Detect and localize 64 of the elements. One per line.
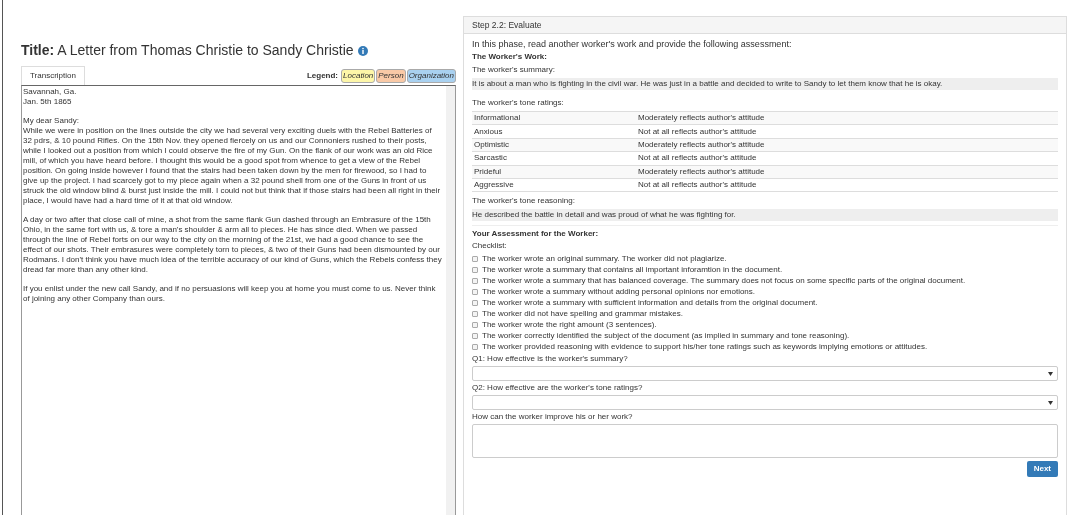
letter-text: If you enlist under the new call Sandy, and if no persuasions will keep you at home you must come to us. Never think of joining any other Company than ours. — [23, 284, 437, 304]
checklist-item-label: The worker wrote a summary without adding personal opinions nor emotions. — [482, 286, 756, 297]
table-cell: Not at all reflects author's attitude — [638, 153, 757, 164]
next-button[interactable]: Next — [1026, 461, 1058, 478]
checklist-item-label: The worker wrote an original summary. The worker did not plagiarize. — [482, 253, 727, 264]
checklist-item-label: The worker correctly identified the subject of the document (as implied in summary and tone reasoning). — [482, 330, 850, 341]
checkbox[interactable] — [472, 255, 478, 262]
checklist-item-label: The worker wrote a summary with sufficient information and details from the original document. — [482, 297, 818, 308]
legend-tag: Location — [341, 69, 376, 83]
scrollbar[interactable] — [446, 86, 455, 515]
section-heading: Your Assessment for the Worker: — [472, 229, 600, 240]
table-cell: Not at all reflects author's attitude — [638, 126, 757, 137]
letter-text: While we were in position on the lines outside the city we had several very exciting duels with the Rebel Batteries of 32 pdrs, & 10 pound Rifles. On the 15th Nov. they opened fiercely on us and our Connoniers rushed to their posts, while I looked out a position from which I could observe the fire of my Gun. On the flank of our work was an old Rice mill, of which you have heard before. I thought this would be a good spot from whence to get a view of the Rebel position. On going inside however I found that the stairs had been taken down by the men for firewood, so I had to give up the project. I had scarcely got to my piece again when a 32 pound shell from one of the Guns in front of us struck the old window blind & burst just inside the mill. I could not but think that if those stairs had been all right in their place, I would have had a hard time of it at that old window. — [23, 126, 442, 206]
panel-heading: Step 2.2: Evaluate — [464, 17, 1066, 34]
legend-tag: Person — [376, 69, 406, 83]
checkbox[interactable] — [472, 277, 478, 284]
checkbox[interactable] — [472, 310, 478, 317]
intro-text: In this phase, read another worker's work and provide the following assessment: — [472, 39, 793, 49]
checklist-item-label: The worker did not have spelling and grammar mistakes. — [482, 308, 683, 319]
transcription-text-area[interactable] — [21, 85, 456, 515]
table-cell: Moderately reflects author's attitude — [638, 113, 765, 124]
table-cell-text: Prideful — [473, 166, 503, 177]
document-title: Title: A Letter from Thomas Christie to Sandy Christie — [21, 41, 354, 60]
letter-text: Jan. 5th 1865 — [23, 97, 73, 107]
letter-text: Savannah, Ga. — [23, 87, 78, 97]
question-label: Q1: How effective is the worker's summary? — [472, 354, 629, 365]
caret-icon — [1048, 400, 1053, 405]
letter-text: A day or two after that close call of mine, a shot from the same flank Gun dashed through an Embrasure of the 15th Ohio, in the same fort with us, & tore a man's shoulder & arm all to pieces. He has since died. When we passed through the line of Rebel forts on our way to the city on the morning of the 21st, we had a good chance to see the effect of our shots. Their embrasures were completely torn to pieces, & two of their Guns had been dismounted by our Rodmans. I don't think you have much idea of the terrible accuracy of our kind of Guns, which the Rebels confess they dread far more than any other kind. — [23, 215, 442, 275]
checkbox[interactable] — [472, 299, 478, 306]
table-cell: Not at all reflects author's attitude — [638, 180, 757, 191]
letter-text: My dear Sandy: — [23, 116, 81, 126]
legend-label: Legend: — [306, 70, 339, 82]
table-cell: Moderately reflects author's attitude — [638, 166, 765, 177]
dropdown-field[interactable] — [472, 366, 1058, 382]
checklist-item-label: The worker provided reasoning with evidence to support his/her tone ratings such as keywords implying emotions or attitudes. — [482, 341, 928, 352]
caret-icon — [1048, 371, 1053, 376]
checklist-item-label: The worker wrote a summary that contains all important inforamtion in the document. — [482, 264, 783, 275]
checkbox[interactable] — [472, 332, 478, 339]
field-label: The worker's tone ratings: — [472, 98, 565, 108]
table-cell-text: Optimistic — [473, 139, 511, 150]
question-label: Q2: How effective are the worker's tone ratings? — [472, 383, 644, 394]
transcription-tab[interactable]: Transcription — [21, 66, 85, 86]
table-cell-text: Anxious — [473, 126, 504, 137]
table-cell-text: Informational — [473, 113, 522, 124]
summary-text: It is about a man who is fighting in the civil war. He was just in a battle and decided to write to Sandy to let them know that he is okay. — [472, 78, 1058, 90]
legend-tag: Organization — [406, 69, 456, 83]
checkbox[interactable] — [472, 321, 478, 328]
checkbox[interactable] — [472, 266, 478, 273]
improvement-text-area[interactable] — [472, 424, 1058, 459]
table-cell-text: Aggressive — [473, 180, 515, 191]
checklist-item-label: The worker wrote a summary that has balanced coverage. The summary does not focus on some specific parts of the original document. — [482, 275, 966, 286]
checkbox[interactable] — [472, 288, 478, 295]
field-label: Checklist: — [472, 241, 508, 252]
question-label: How can the worker improve his or her work? — [472, 412, 634, 423]
table-cell: Moderately reflects author's attitude — [638, 139, 765, 150]
field-label: The worker's summary: — [472, 65, 556, 75]
dropdown-field[interactable] — [472, 395, 1058, 411]
info-icon[interactable] — [357, 45, 368, 56]
field-label: The worker's tone reasoning: — [472, 196, 576, 207]
section-heading: The Worker's Work: — [472, 52, 548, 62]
checklist-item-label: The worker wrote the right amount (3 sentences). — [482, 319, 657, 330]
reasoning-text: He described the battle in detail and was proud of what he was fighting for. — [472, 209, 1058, 222]
checkbox[interactable] — [472, 343, 478, 350]
table-cell-text: Sarcastic — [473, 153, 508, 164]
